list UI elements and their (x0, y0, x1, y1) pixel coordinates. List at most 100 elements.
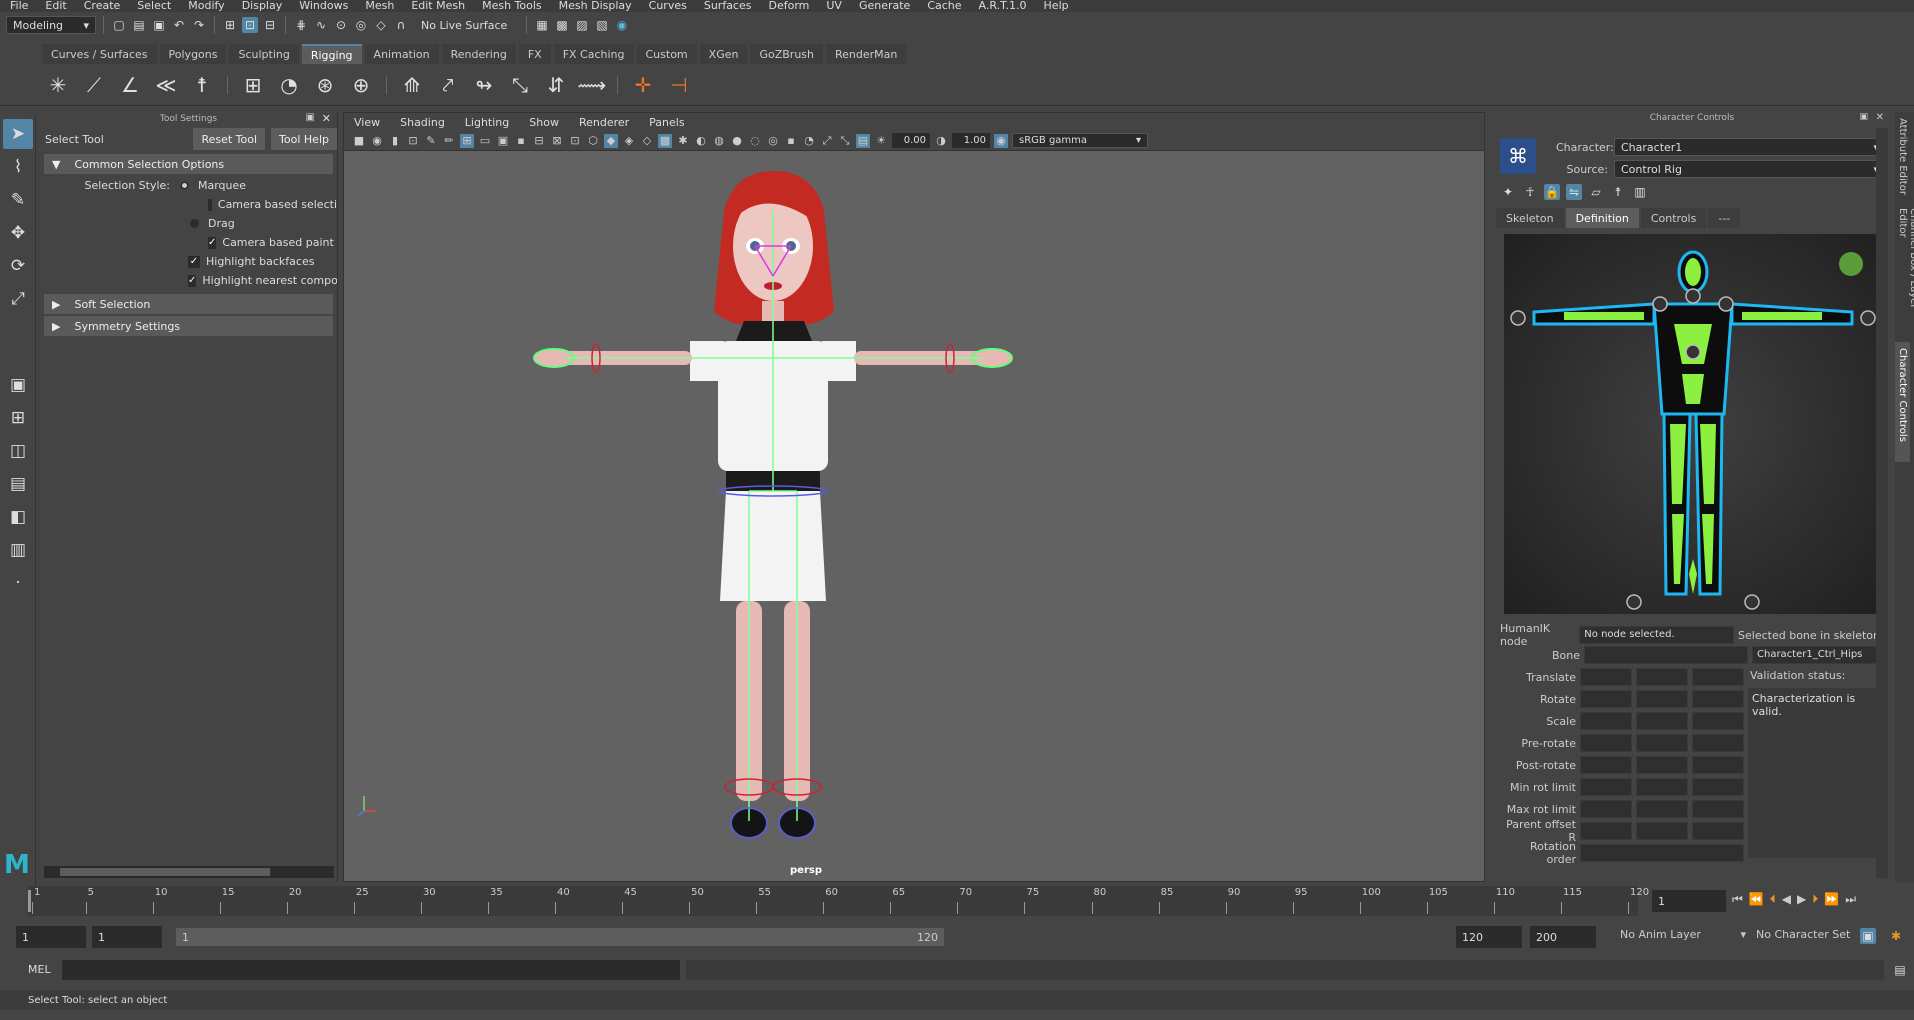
ik-handle-icon[interactable]: ∠ (116, 71, 144, 99)
shelf-tab-fx-caching[interactable]: FX Caching (553, 44, 634, 64)
menu-mesh-display[interactable]: Mesh Display (559, 0, 632, 11)
exposure-icon[interactable]: ☀ (874, 134, 888, 148)
menu-edit-mesh[interactable]: Edit Mesh (411, 0, 465, 11)
step-back-key-icon[interactable]: ⏪ (1749, 892, 1764, 907)
bookmark-icon[interactable]: ▮ (388, 134, 402, 148)
step-forward-key-icon[interactable]: ⏩ (1824, 892, 1839, 907)
color-management-icon[interactable]: ◉ (994, 133, 1008, 148)
detach-skin-icon[interactable]: ⤤ (434, 71, 462, 99)
humanik-menu-icon[interactable]: ⌘ (1500, 138, 1536, 174)
field-chart-icon[interactable]: ⊟ (532, 134, 546, 148)
ipr-render-icon[interactable]: ▨ (574, 17, 590, 33)
menu-uv[interactable]: UV (826, 0, 842, 11)
smooth-shade-icon[interactable]: ◆ (604, 133, 618, 148)
four-view-icon[interactable]: ⊞ (3, 403, 33, 433)
persp-graph-icon[interactable]: ◧ (3, 502, 33, 532)
go-to-end-icon[interactable]: ⏭ (1845, 892, 1856, 907)
command-input[interactable] (62, 960, 680, 980)
field-input[interactable] (1636, 668, 1688, 686)
shelf-tab-xgen[interactable]: XGen (699, 44, 748, 64)
tab-more[interactable]: --- (1708, 208, 1741, 228)
shelf-tab-animation[interactable]: Animation (364, 44, 439, 64)
character-figure-view[interactable] (1504, 234, 1882, 614)
menu-mesh[interactable]: Mesh (365, 0, 394, 11)
viewport-menu-show[interactable]: Show (529, 116, 559, 129)
viewport-menu-shading[interactable]: Shading (400, 116, 445, 129)
timeline-track[interactable]: 1 5 10 15 20 25 30 35 40 45 50 55 60 65 70 75 80 85 90 95 10… (28, 886, 1649, 916)
key-set-icon[interactable]: ▣ (1860, 928, 1876, 944)
hud-icon[interactable]: ▤ (856, 133, 870, 148)
playback-start-field[interactable]: 1 (92, 926, 162, 948)
shelf-tab-gozbrush[interactable]: GoZBrush (750, 44, 824, 64)
mirror-icon[interactable]: ⇋ (1566, 184, 1582, 200)
lasso-tool-icon[interactable]: ⌇ (3, 152, 33, 182)
render-frame-icon[interactable]: ▩ (554, 17, 570, 33)
grease-pencil-icon[interactable]: ✏ (442, 134, 456, 148)
effector-pinning-icon[interactable]: ✦ (1500, 184, 1516, 200)
field-input[interactable] (1580, 668, 1632, 686)
shelf-tab-rigging[interactable]: Rigging (301, 44, 362, 64)
field-input[interactable] (1636, 690, 1688, 708)
exposure-field[interactable]: 0.00 (892, 133, 930, 148)
reset-tool-button[interactable]: Reset Tool (193, 128, 266, 150)
shelf-tab-custom[interactable]: Custom (636, 44, 697, 64)
select-tool-icon[interactable]: ➤ (3, 119, 33, 149)
motion-blur-icon[interactable]: ● (730, 134, 744, 148)
shelf-tab-rendering[interactable]: Rendering (441, 44, 516, 64)
camera-icon[interactable]: ■ (352, 134, 366, 148)
snap-point-icon[interactable]: ⊙ (333, 17, 349, 33)
insert-joint-icon[interactable]: ⟋ (80, 71, 108, 99)
viewport-menu-view[interactable]: View (354, 116, 380, 129)
viewport-menu-panels[interactable]: Panels (649, 116, 684, 129)
hik-node-field[interactable]: No node selected. (1579, 626, 1735, 644)
menu-deform[interactable]: Deform (768, 0, 809, 11)
textured-icon[interactable]: ▩ (658, 133, 672, 148)
close-icon[interactable]: ✕ (1876, 112, 1884, 123)
float-panel-icon[interactable]: ▣ (306, 112, 315, 123)
shelf-tab-curves-surfaces[interactable]: Curves / Surfaces (42, 44, 157, 64)
field-input[interactable] (1692, 756, 1744, 774)
character-skirt[interactable] (720, 491, 826, 601)
field-input[interactable] (1636, 778, 1688, 796)
playback-end-field[interactable]: 120 (1456, 926, 1522, 948)
wireframe-icon[interactable]: ⬡ (586, 134, 600, 148)
create-joints-icon[interactable]: ✳ (44, 71, 72, 99)
field-input[interactable] (1580, 756, 1632, 774)
save-scene-icon[interactable]: ▣ (151, 17, 167, 33)
viewport-menu-lighting[interactable]: Lighting (465, 116, 509, 129)
lock-icon[interactable]: 🔒 (1544, 184, 1560, 200)
field-input[interactable] (1580, 712, 1632, 730)
bind-skin-icon[interactable]: ⟰ (398, 71, 426, 99)
menu-modify[interactable]: Modify (188, 0, 224, 11)
anim-layer-dropdown[interactable]: No Anim Layer ▾ (1620, 928, 1746, 941)
current-frame-marker[interactable] (28, 890, 31, 912)
delete-icon[interactable]: ▥ (1632, 184, 1648, 200)
magnet-icon[interactable]: ∩ (393, 17, 409, 33)
field-input[interactable] (1636, 734, 1688, 752)
side-tab-channel-box-layer-editor[interactable]: Channel Box / Layer Editor (1895, 202, 1914, 342)
menu-file[interactable]: File (10, 0, 28, 11)
gamma-field[interactable]: 1.00 (952, 133, 990, 148)
character-dropdown[interactable]: Character1▾ (1614, 138, 1886, 156)
live-surface-label[interactable]: No Live Surface (413, 19, 519, 32)
menu-edit[interactable]: Edit (45, 0, 66, 11)
snap-grid-icon[interactable]: ⋕ (293, 17, 309, 33)
backfaces-checkbox[interactable]: ✓ (188, 255, 200, 268)
gate-mask-icon[interactable]: ▪ (514, 134, 528, 148)
ssao-icon[interactable]: ◍ (712, 134, 726, 148)
tab-skeleton[interactable]: Skeleton (1496, 208, 1564, 228)
point-constraint-icon[interactable]: ✛ (629, 71, 657, 99)
field-input[interactable] (1692, 778, 1744, 796)
grid-icon[interactable]: ⊞ (460, 133, 474, 148)
field-input[interactable] (1692, 734, 1744, 752)
range-slider[interactable]: 1 120 (176, 928, 944, 946)
character-sleeve-left[interactable] (690, 341, 724, 381)
film-gate-icon[interactable]: ▭ (478, 134, 492, 148)
nearest-checkbox[interactable]: ✓ (188, 274, 197, 287)
horizontal-scrollbar[interactable] (44, 866, 334, 878)
character-set-dropdown[interactable]: No Character Set (1756, 928, 1870, 941)
soft-selection-header[interactable]: ▶ Soft Selection (44, 294, 333, 314)
viewport-menu-renderer[interactable]: Renderer (579, 116, 629, 129)
outliner-persp-icon[interactable]: ▤ (3, 469, 33, 499)
hypershade-icon[interactable]: ◉ (614, 17, 630, 33)
